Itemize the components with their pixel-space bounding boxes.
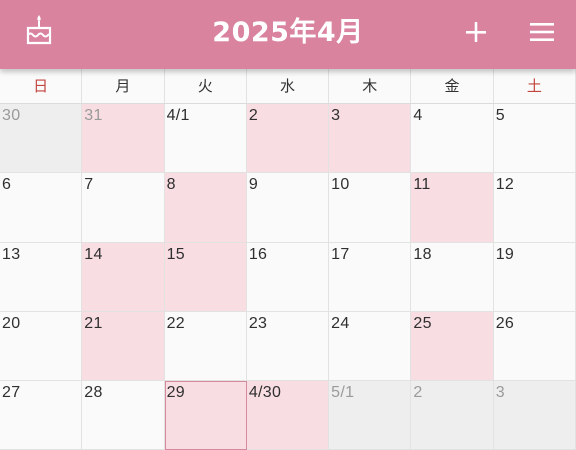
day-cell[interactable]: 20 xyxy=(0,311,83,382)
day-cell[interactable]: 24 xyxy=(329,311,412,382)
weekday-label: 日 xyxy=(0,69,83,103)
day-cell[interactable]: 4/30 xyxy=(246,381,330,450)
day-cell[interactable]: 30 xyxy=(0,104,83,174)
day-number: 19 xyxy=(495,245,515,263)
day-cell[interactable]: 15 xyxy=(164,242,247,312)
day-cell[interactable]: 31 xyxy=(82,104,165,174)
day-number: 3 xyxy=(495,384,505,402)
day-number: 20 xyxy=(2,314,21,332)
weekday-label: 土 xyxy=(494,69,576,103)
day-number: 18 xyxy=(413,245,432,263)
day-cell[interactable]: 4 xyxy=(411,104,494,174)
day-number: 31 xyxy=(84,107,103,124)
day-number: 4/30 xyxy=(248,384,282,402)
day-number: 3 xyxy=(331,107,341,124)
day-cell[interactable]: 3 xyxy=(493,381,576,450)
weekday-label: 火 xyxy=(165,69,247,103)
weekday-label: 金 xyxy=(411,69,494,103)
plus-icon xyxy=(466,22,486,42)
calendar-grid: 30 31 4/1 2 3 4 5 6 7 8 9 10 11 12 13 14 15 16 17 18 19 20 21 2… xyxy=(0,104,576,450)
day-cell[interactable]: 8 xyxy=(164,173,247,243)
day-number: 17 xyxy=(331,245,350,263)
day-number: 22 xyxy=(166,314,185,332)
day-cell[interactable]: 27 xyxy=(0,381,83,450)
day-number: 16 xyxy=(248,245,268,263)
weekday-label: 水 xyxy=(247,69,330,103)
day-cell[interactable]: 5 xyxy=(493,104,576,174)
day-cell[interactable]: 29 xyxy=(164,381,247,450)
day-number: 4 xyxy=(413,107,423,124)
day-cell[interactable]: 4/1 xyxy=(164,104,247,174)
day-number: 13 xyxy=(2,245,21,263)
menu-button[interactable] xyxy=(520,12,564,54)
day-number: 7 xyxy=(84,176,94,194)
day-number: 23 xyxy=(248,314,268,332)
day-cell[interactable]: 18 xyxy=(411,242,494,312)
day-number: 6 xyxy=(2,176,12,194)
weekday-label: 木 xyxy=(329,69,412,103)
day-number: 4/1 xyxy=(166,107,190,124)
day-cell[interactable]: 11 xyxy=(411,173,494,243)
add-event-button[interactable] xyxy=(454,12,498,54)
day-cell[interactable]: 10 xyxy=(329,173,412,243)
day-number: 26 xyxy=(495,314,515,332)
day-cell[interactable]: 22 xyxy=(164,311,247,382)
app-header: 2025年4月 xyxy=(0,0,576,69)
day-number: 10 xyxy=(331,176,350,194)
day-cell[interactable]: 21 xyxy=(82,311,165,382)
day-number: 11 xyxy=(413,176,431,194)
day-number: 5/1 xyxy=(331,384,355,402)
day-cell[interactable]: 12 xyxy=(493,173,576,243)
day-cell[interactable]: 16 xyxy=(246,242,330,312)
day-cell[interactable]: 13 xyxy=(0,242,83,312)
day-number: 28 xyxy=(84,384,103,402)
hamburger-menu-icon xyxy=(530,23,554,41)
day-cell[interactable]: 28 xyxy=(82,381,165,450)
day-cell[interactable]: 23 xyxy=(246,311,330,382)
day-number: 29 xyxy=(166,384,185,402)
day-cell[interactable]: 25 xyxy=(411,311,494,382)
day-cell[interactable]: 6 xyxy=(0,173,83,243)
day-cell[interactable]: 5/1 xyxy=(329,381,412,450)
day-number: 9 xyxy=(248,176,259,194)
day-cell[interactable]: 9 xyxy=(246,173,330,243)
day-cell[interactable]: 2 xyxy=(411,381,494,450)
day-cell[interactable]: 19 xyxy=(493,242,576,312)
weekday-header: 日月火水木金土 xyxy=(0,69,576,104)
day-cell[interactable]: 17 xyxy=(329,242,412,312)
day-number: 24 xyxy=(331,314,350,332)
weekday-label: 月 xyxy=(82,69,165,103)
day-cell[interactable]: 14 xyxy=(82,242,165,312)
day-number: 25 xyxy=(413,314,432,332)
day-cell[interactable]: 2 xyxy=(246,104,330,174)
day-number: 2 xyxy=(413,384,423,402)
day-number: 14 xyxy=(84,245,103,263)
day-number: 15 xyxy=(166,245,185,263)
day-number: 2 xyxy=(248,107,259,124)
day-cell[interactable]: 7 xyxy=(82,173,165,243)
day-number: 8 xyxy=(166,176,176,194)
day-cell[interactable]: 3 xyxy=(329,104,412,174)
day-number: 30 xyxy=(2,107,21,124)
day-cell[interactable]: 26 xyxy=(493,311,576,382)
day-number: 5 xyxy=(495,107,505,124)
day-number: 27 xyxy=(2,384,21,402)
day-number: 21 xyxy=(84,314,103,332)
day-number: 12 xyxy=(495,176,515,194)
